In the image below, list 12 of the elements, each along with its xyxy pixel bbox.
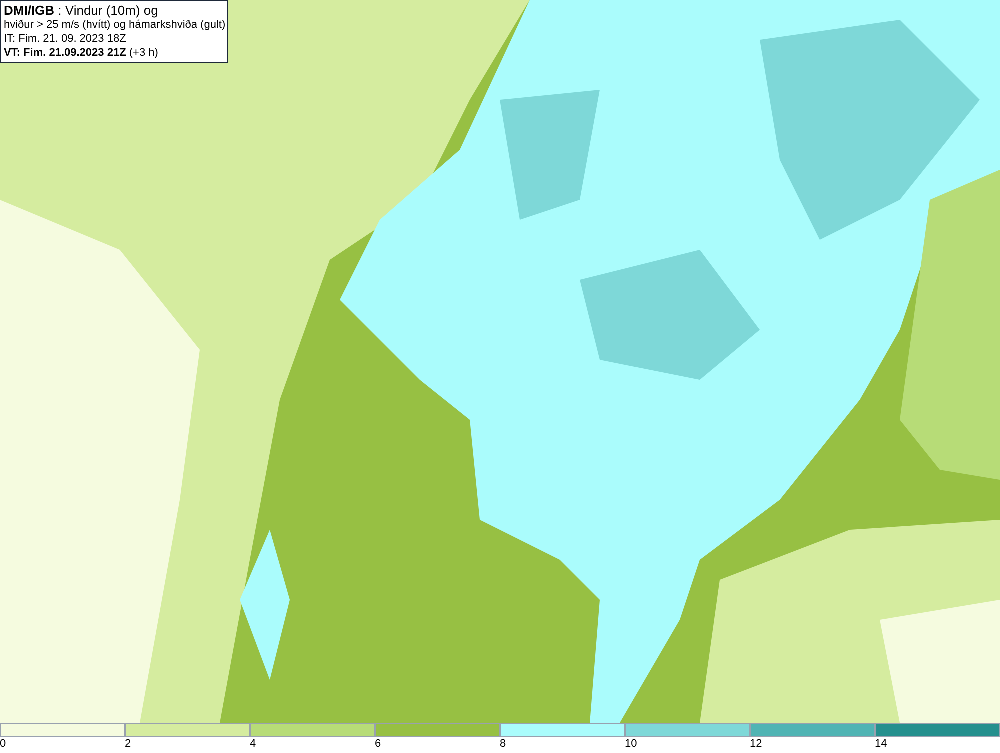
legend-label: 12 [750,737,762,751]
legend-label: 8 [500,737,506,751]
title-line: VT: Fim. 21.09.2023 21Z (+3 h) [4,46,160,60]
legend-label: 2 [125,737,132,751]
legend-label: 14 [875,737,888,751]
title-line: DMI/IGB : Vindur (10m) og [4,3,160,18]
title-line: hviður > 25 m/s (hvítt) og hámarkshviða (gult) [4,18,224,32]
legend-label: 4 [250,737,256,751]
legend-label: 6 [375,737,382,751]
legend-label: 10 [625,737,638,751]
legend-label: 0 [0,737,6,751]
title-line: IT: Fim. 21. 09. 2023 18Z [4,32,128,46]
